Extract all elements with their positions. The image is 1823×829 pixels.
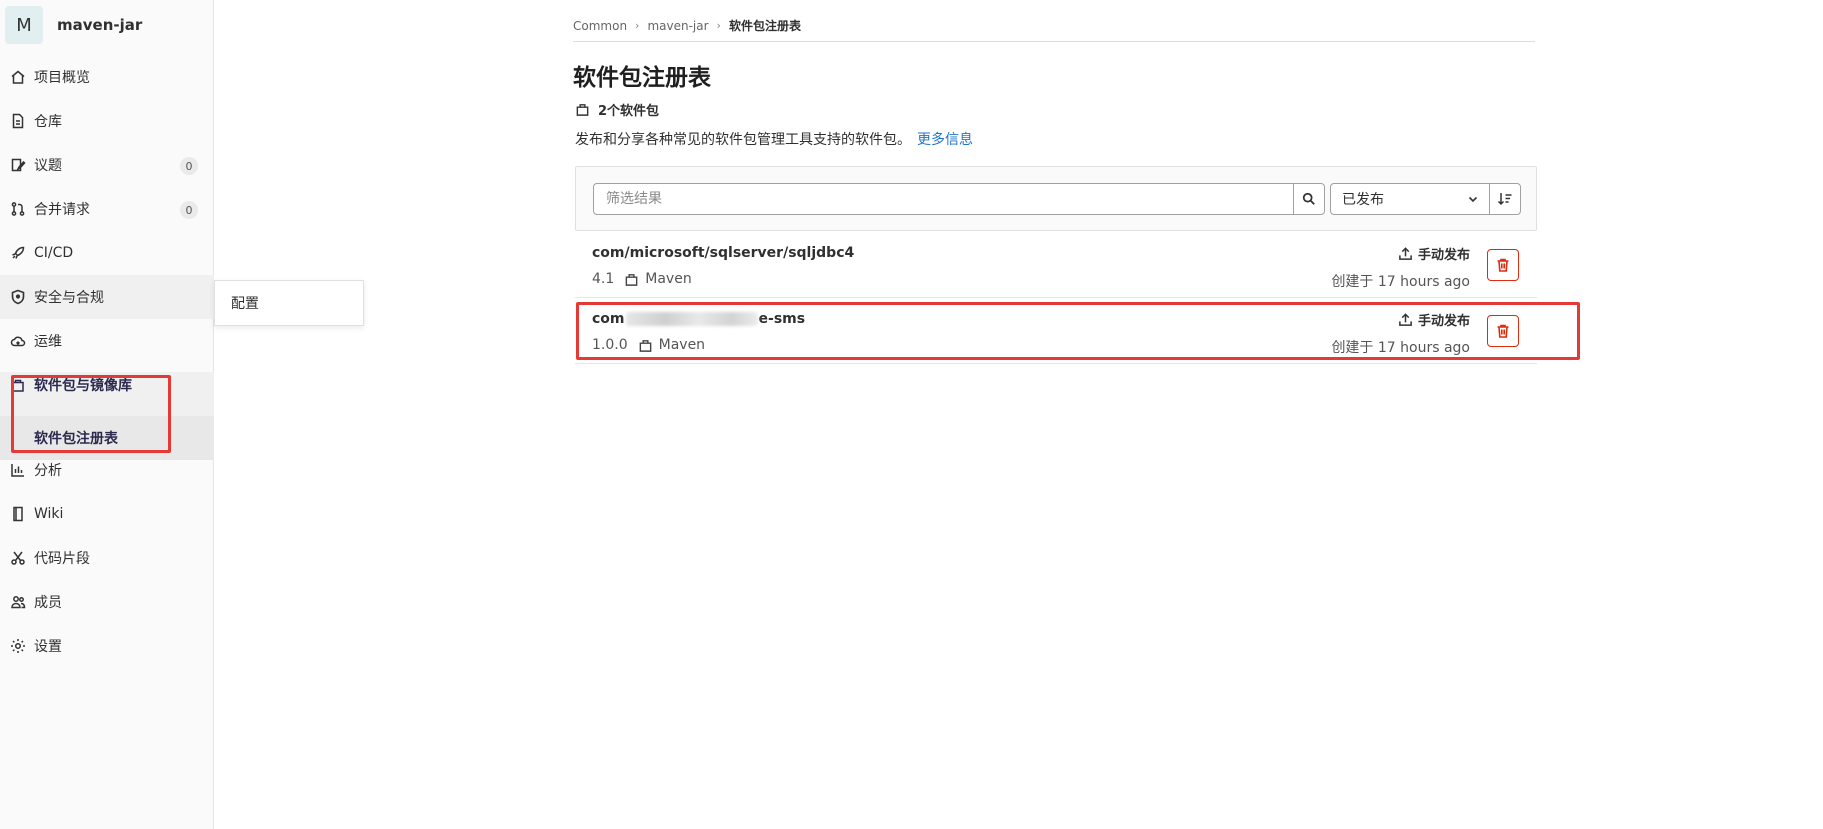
project-avatar: M [5, 6, 43, 44]
package-name-link[interactable]: com/microsoft/sqlserver/sqljdbc4 [592, 245, 854, 261]
sidebar-item-overview[interactable]: 项目概览 [0, 55, 214, 99]
description-text: 发布和分享各种常见的软件包管理工具支持的软件包。 [575, 132, 911, 148]
sort-direction-button[interactable] [1489, 183, 1521, 215]
publish-method-text: 手动发布 [1417, 248, 1470, 263]
search-box [593, 183, 1325, 215]
home-icon [10, 69, 26, 85]
package-type: Maven [645, 271, 692, 287]
issues-icon [10, 157, 26, 173]
scissors-icon [10, 550, 26, 566]
security-flyout-item-config[interactable]: 配置 [214, 280, 364, 326]
sidebar-item-cicd[interactable]: CI/CD [0, 231, 214, 275]
merge-request-icon [10, 201, 26, 217]
issues-count-badge: 0 [180, 157, 198, 175]
highlight-box-sidebar [11, 375, 171, 453]
sidebar-item-label: 仓库 [34, 114, 62, 130]
package-meta: 4.1 Maven [592, 271, 692, 287]
sidebar-item-snippets[interactable]: 代码片段 [0, 536, 214, 580]
sidebar-item-label: CI/CD [34, 245, 74, 261]
chevron-down-icon [1468, 196, 1478, 203]
package-version: 4.1 [592, 271, 615, 287]
sidebar-item-label: 安全与合规 [34, 290, 104, 306]
sidebar-item-wiki[interactable]: Wiki [0, 492, 214, 536]
package-count: 2个软件包 [575, 100, 659, 119]
highlight-box-package-row [576, 302, 1580, 360]
sidebar-item-repository[interactable]: 仓库 [0, 99, 214, 143]
sidebar-item-label: 分析 [34, 463, 62, 479]
sidebar-item-settings[interactable]: 设置 [0, 624, 214, 668]
sidebar-item-members[interactable]: 成员 [0, 580, 214, 624]
sidebar-item-label: 项目概览 [34, 70, 90, 86]
breadcrumb-current: 软件包注册表 [728, 19, 801, 33]
page-title: 软件包注册表 [573, 65, 711, 91]
filter-bar: 已发布 [575, 166, 1537, 231]
package-row[interactable]: com/microsoft/sqlserver/sqljdbc4 4.1 Mav… [575, 232, 1537, 298]
project-name: maven-jar [57, 16, 143, 34]
users-icon [10, 594, 26, 610]
sidebar-item-label: Wiki [34, 506, 64, 522]
search-button[interactable] [1293, 184, 1324, 214]
sidebar-item-label: 成员 [34, 595, 62, 611]
more-info-link[interactable]: 更多信息 [917, 132, 973, 148]
upload-icon [1399, 247, 1412, 260]
package-icon [625, 273, 638, 286]
breadcrumb-item-project[interactable]: maven-jar [647, 19, 708, 33]
filter-search-input[interactable] [594, 184, 1293, 214]
cloud-icon [10, 333, 26, 349]
sidebar-item-issues[interactable]: 议题 0 [0, 143, 214, 187]
sidebar-item-label: 议题 [34, 158, 62, 174]
package-created-time: 创建于 17 hours ago [1331, 274, 1470, 290]
sidebar-item-label: 代码片段 [34, 551, 90, 567]
sort-icon [1497, 193, 1512, 206]
publish-method: 手动发布 [1398, 244, 1470, 263]
breadcrumb: Common › maven-jar › 软件包注册表 [573, 10, 1535, 42]
delete-package-button[interactable] [1487, 249, 1519, 281]
status-select-value: 已发布 [1342, 192, 1384, 208]
package-count-text: 2个软件包 [598, 104, 660, 119]
breadcrumb-item-group[interactable]: Common [573, 19, 627, 33]
sidebar-item-label: 运维 [34, 334, 62, 350]
sidebar-item-security[interactable]: 安全与合规 [0, 275, 214, 319]
book-icon [10, 506, 26, 522]
merge-requests-count-badge: 0 [180, 201, 198, 219]
status-select[interactable]: 已发布 [1330, 183, 1490, 215]
sidebar: M maven-jar 项目概览 仓库 议题 0 合并请求 0 CI/CD 安全… [0, 0, 214, 829]
project-header[interactable]: M maven-jar [0, 0, 213, 50]
gear-icon [10, 638, 26, 654]
sidebar-item-merge-requests[interactable]: 合并请求 0 [0, 187, 214, 231]
sidebar-item-operations[interactable]: 运维 [0, 319, 214, 363]
chart-icon [10, 462, 26, 478]
rocket-icon [10, 245, 26, 261]
page-description: 发布和分享各种常见的软件包管理工具支持的软件包。 更多信息 [575, 129, 973, 149]
sidebar-item-analytics[interactable]: 分析 [0, 448, 214, 492]
search-icon [1302, 192, 1315, 205]
package-icon [576, 104, 589, 116]
trash-icon [1497, 258, 1509, 272]
app-window: M maven-jar 项目概览 仓库 议题 0 合并请求 0 CI/CD 安全… [0, 0, 1823, 829]
chevron-right-icon: › [635, 19, 640, 32]
shield-icon [10, 289, 26, 305]
sidebar-item-label: 合并请求 [34, 202, 90, 218]
document-icon [10, 113, 26, 129]
sidebar-item-label: 设置 [34, 639, 62, 655]
chevron-right-icon: › [716, 19, 721, 32]
